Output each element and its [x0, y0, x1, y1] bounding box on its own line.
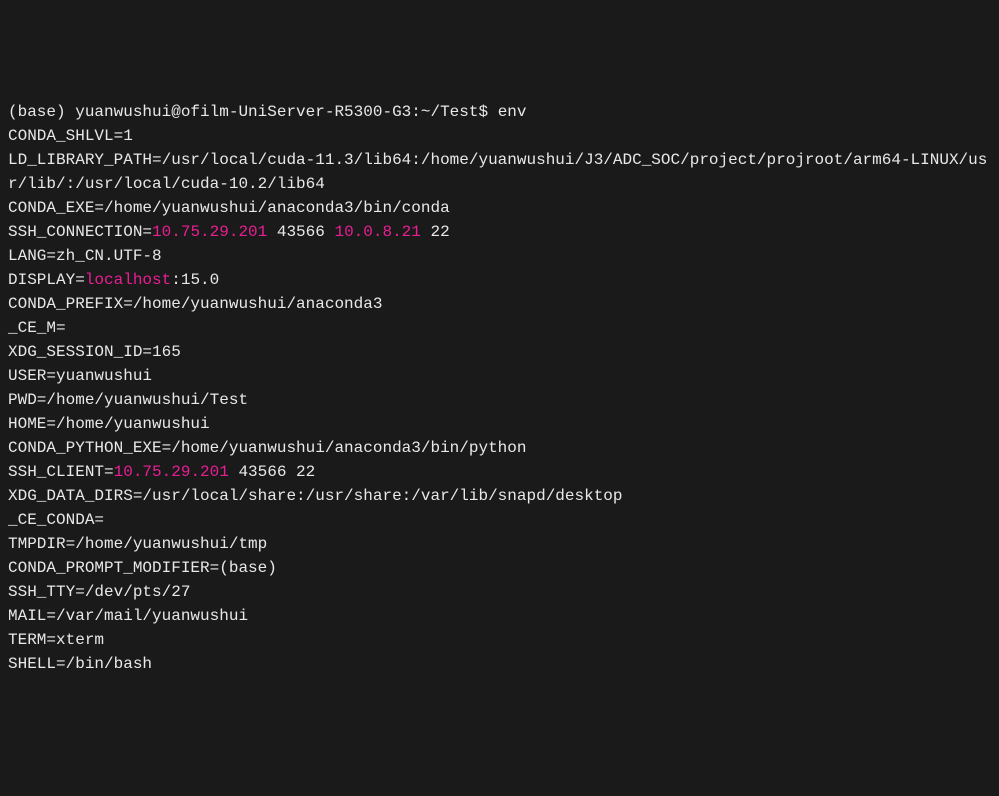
- shell-prompt: (base) yuanwushui@ofilm-UniServer-R5300-…: [8, 103, 498, 121]
- ssh-client-rest: 43566 22: [229, 463, 315, 481]
- env-ce-conda: _CE_CONDA=: [8, 508, 991, 532]
- env-xdg-session-id: XDG_SESSION_ID=165: [8, 340, 991, 364]
- env-display: DISPLAY=localhost:15.0: [8, 268, 991, 292]
- ssh-connection-port2: 22: [421, 223, 450, 241]
- ssh-connection-key: SSH_CONNECTION=: [8, 223, 152, 241]
- env-conda-python-exe: CONDA_PYTHON_EXE=/home/yuanwushui/anacon…: [8, 436, 991, 460]
- ssh-client-key: SSH_CLIENT=: [8, 463, 114, 481]
- env-mail: MAIL=/var/mail/yuanwushui: [8, 604, 991, 628]
- ssh-connection-ip2: 10.0.8.21: [334, 223, 420, 241]
- env-tmpdir: TMPDIR=/home/yuanwushui/tmp: [8, 532, 991, 556]
- env-user: USER=yuanwushui: [8, 364, 991, 388]
- display-key: DISPLAY=: [8, 271, 85, 289]
- display-rest: :15.0: [171, 271, 219, 289]
- terminal-output[interactable]: (base) yuanwushui@ofilm-UniServer-R5300-…: [8, 100, 991, 676]
- env-ld-library-path: LD_LIBRARY_PATH=/usr/local/cuda-11.3/lib…: [8, 148, 991, 196]
- env-lang: LANG=zh_CN.UTF-8: [8, 244, 991, 268]
- env-ce-m: _CE_M=: [8, 316, 991, 340]
- env-term: TERM=xterm: [8, 628, 991, 652]
- env-conda-prompt-modifier: CONDA_PROMPT_MODIFIER=(base): [8, 556, 991, 580]
- ssh-client-ip: 10.75.29.201: [114, 463, 229, 481]
- ssh-connection-port1: 43566: [267, 223, 334, 241]
- env-pwd: PWD=/home/yuanwushui/Test: [8, 388, 991, 412]
- env-ssh-connection: SSH_CONNECTION=10.75.29.201 43566 10.0.8…: [8, 220, 991, 244]
- env-conda-prefix: CONDA_PREFIX=/home/yuanwushui/anaconda3: [8, 292, 991, 316]
- env-conda-shlvl: CONDA_SHLVL=1: [8, 124, 991, 148]
- display-host: localhost: [85, 271, 171, 289]
- env-xdg-data-dirs: XDG_DATA_DIRS=/usr/local/share:/usr/shar…: [8, 484, 991, 508]
- ssh-connection-ip1: 10.75.29.201: [152, 223, 267, 241]
- env-ssh-tty: SSH_TTY=/dev/pts/27: [8, 580, 991, 604]
- command: env: [498, 103, 527, 121]
- prompt-line: (base) yuanwushui@ofilm-UniServer-R5300-…: [8, 100, 991, 124]
- env-ssh-client: SSH_CLIENT=10.75.29.201 43566 22: [8, 460, 991, 484]
- env-shell: SHELL=/bin/bash: [8, 652, 991, 676]
- env-home: HOME=/home/yuanwushui: [8, 412, 991, 436]
- env-conda-exe: CONDA_EXE=/home/yuanwushui/anaconda3/bin…: [8, 196, 991, 220]
